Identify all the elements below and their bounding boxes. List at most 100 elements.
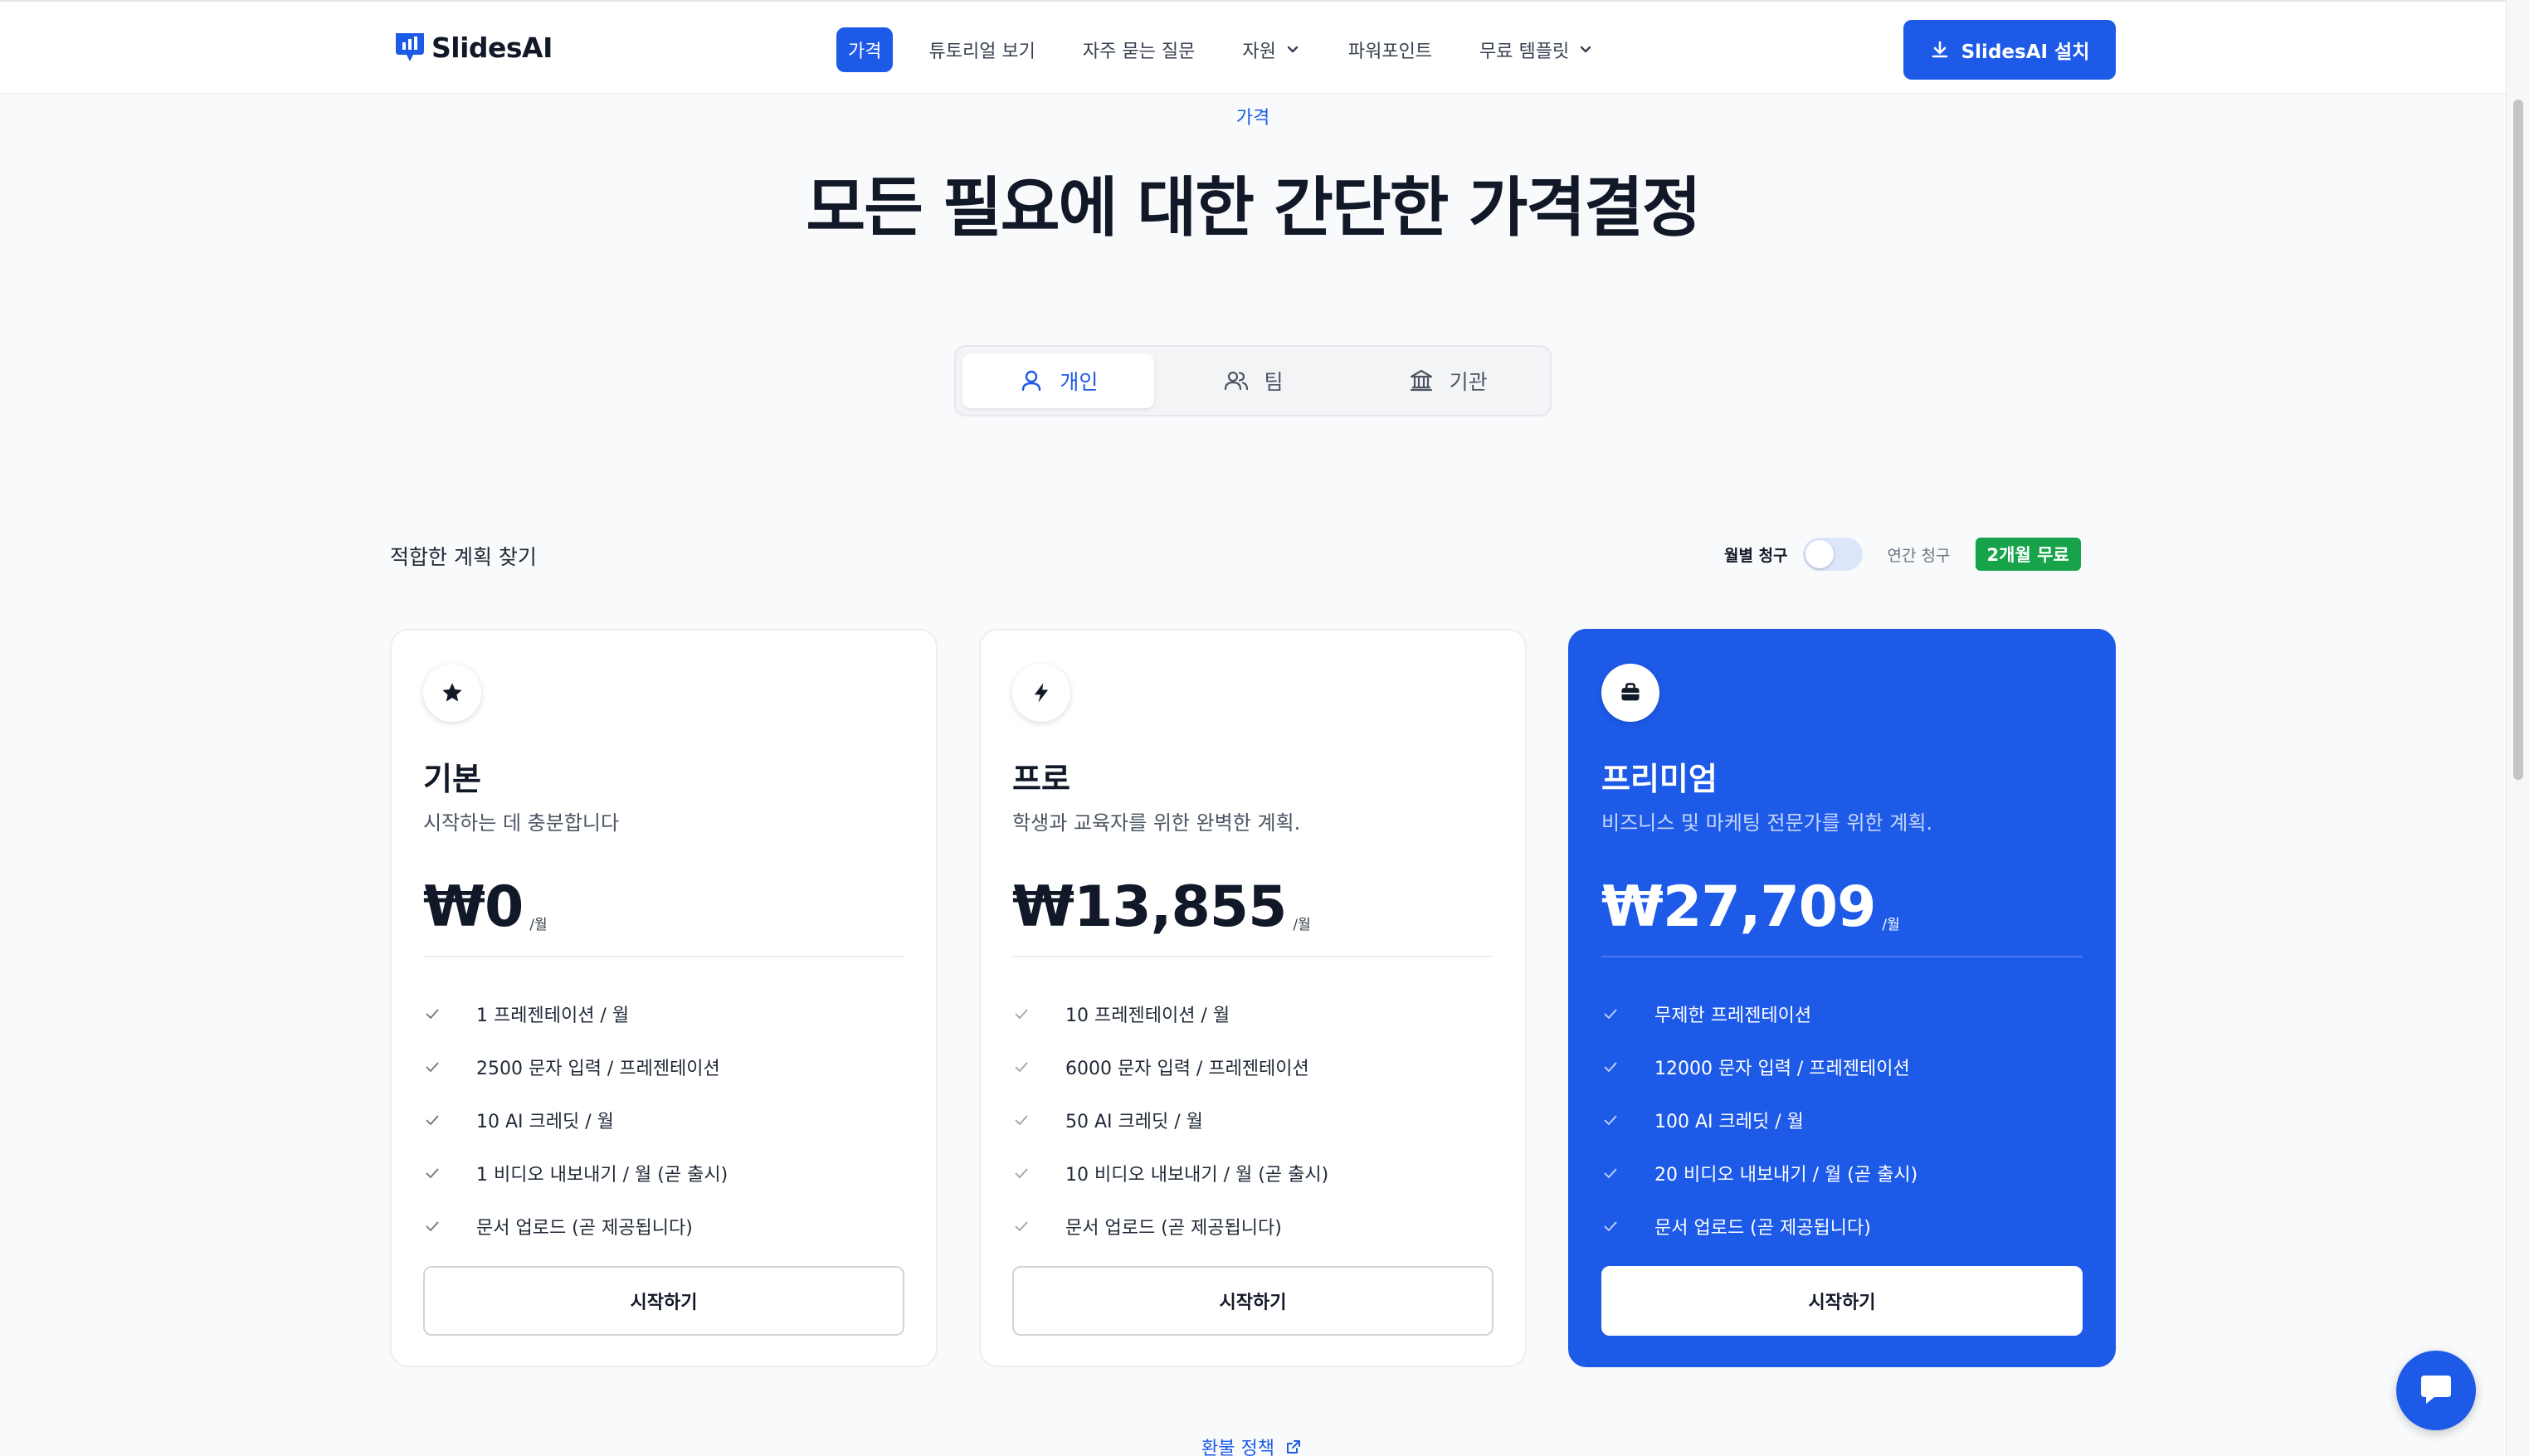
yearly-billing-label[interactable]: 연간 청구 — [1888, 543, 1951, 566]
tab-label: 개인 — [1060, 370, 1099, 394]
lightning-icon — [1034, 683, 1049, 703]
chevron-down-icon — [1287, 46, 1299, 53]
plan-description: 비즈니스 및 마케팅 전문가를 위한 계획. — [1601, 811, 1933, 835]
get-started-button[interactable]: 시작하기 — [1601, 1266, 2083, 1336]
users-icon — [1224, 371, 1248, 391]
chat-support-button[interactable] — [2396, 1351, 2476, 1430]
install-button-label: SlidesAI 설치 — [1961, 41, 2090, 63]
get-started-button[interactable]: 시작하기 — [1012, 1266, 1494, 1336]
check-icon — [426, 1221, 439, 1232]
plan-period: /월 — [1293, 917, 1311, 933]
feature-list: 무제한 프레젠테이션 12000 문자 입력 / 프레젠테이션 100 AI 크… — [1601, 987, 1917, 1253]
feature-text: 10 비디오 내보내기 / 월 (곧 출시) — [1065, 1165, 1329, 1186]
check-icon — [1015, 1062, 1028, 1073]
feature-item: 1 비디오 내보내기 / 월 (곧 출시) — [423, 1147, 728, 1200]
brand-logo[interactable]: SlidesAI — [393, 30, 553, 65]
feature-text: 문서 업로드 (곧 제공됩니다) — [1654, 1218, 1871, 1239]
page-scrollbar[interactable] — [2506, 0, 2529, 1456]
feature-text: 1 비디오 내보내기 / 월 (곧 출시) — [476, 1165, 728, 1186]
billing-toggle[interactable] — [1802, 538, 1863, 571]
tab-team[interactable]: 팀 — [1157, 353, 1349, 408]
check-icon — [1604, 1009, 1617, 1020]
nav-label: 튜토리얼 보기 — [928, 41, 1035, 62]
feature-text: 20 비디오 내보내기 / 월 (곧 출시) — [1654, 1165, 1918, 1186]
feature-item: 무제한 프레젠테이션 — [1601, 987, 1917, 1040]
nav-item-tutorial[interactable]: 튜토리얼 보기 — [917, 27, 1046, 72]
discount-badge: 2개월 무료 — [1975, 538, 2081, 571]
plan-price-row: ₩0 /월 — [423, 874, 548, 940]
plans-section-label: 적합한 계획 찾기 — [390, 545, 537, 569]
feature-item: 문서 업로드 (곧 제공됩니다) — [1601, 1200, 1917, 1253]
scrollbar-thumb[interactable] — [2513, 100, 2523, 780]
check-icon — [426, 1168, 439, 1179]
monthly-billing-label[interactable]: 월별 청구 — [1724, 543, 1788, 566]
toggle-knob — [1805, 540, 1834, 568]
feature-item: 20 비디오 내보내기 / 월 (곧 출시) — [1601, 1147, 1917, 1200]
plan-icon-badge — [1601, 664, 1659, 722]
user-icon — [1022, 370, 1041, 392]
plan-name: 프로 — [1012, 761, 1070, 797]
nav-item-pricing[interactable]: 가격 — [836, 27, 894, 72]
section-eyebrow: 가격 — [1235, 108, 1270, 129]
feature-text: 1 프레젠테이션 / 월 — [476, 1006, 630, 1026]
plan-name: 기본 — [423, 761, 481, 797]
feature-item: 문서 업로드 (곧 제공됩니다) — [1012, 1200, 1328, 1253]
plan-price-row: ₩27,709 /월 — [1601, 874, 1900, 940]
check-icon — [1604, 1115, 1617, 1126]
feature-text: 무제한 프레젠테이션 — [1654, 1006, 1812, 1026]
feature-item: 6000 문자 입력 / 프레젠테이션 — [1012, 1040, 1328, 1093]
check-icon — [1015, 1221, 1028, 1232]
install-button[interactable]: SlidesAI 설치 — [1903, 20, 2116, 80]
tab-label: 팀 — [1264, 370, 1284, 394]
feature-text: 6000 문자 입력 / 프레젠테이션 — [1065, 1059, 1309, 1079]
get-started-button[interactable]: 시작하기 — [423, 1266, 904, 1336]
feature-list: 10 프레젠테이션 / 월 6000 문자 입력 / 프레젠테이션 50 AI … — [1012, 987, 1328, 1253]
feature-item: 10 비디오 내보내기 / 월 (곧 출시) — [1012, 1147, 1328, 1200]
plan-card-premium: 프리미엄 비즈니스 및 마케팅 전문가를 위한 계획. ₩27,709 /월 무… — [1568, 629, 2116, 1367]
plan-period: /월 — [529, 917, 548, 933]
plan-card-basic: 기본 시작하는 데 충분합니다 ₩0 /월 1 프레젠테이션 / 월 2500 … — [390, 629, 938, 1367]
plan-price-row: ₩13,855 /월 — [1012, 874, 1311, 940]
plan-name: 프리미엄 — [1601, 761, 1718, 797]
nav-item-free-templates[interactable]: 무료 템플릿 — [1468, 27, 1606, 72]
nav-label: 자주 묻는 질문 — [1082, 41, 1196, 62]
plan-description: 학생과 교육자를 위한 완벽한 계획. — [1012, 811, 1301, 835]
check-icon — [1015, 1168, 1028, 1179]
feature-item: 문서 업로드 (곧 제공됩니다) — [423, 1200, 728, 1253]
divider — [1601, 956, 2083, 957]
check-icon — [1015, 1115, 1028, 1126]
billing-toggle-group: 월별 청구 연간 청구 2개월 무료 — [1724, 538, 2081, 571]
refund-policy-link[interactable]: 환불 정책 — [1201, 1434, 1303, 1456]
nav-item-faq[interactable]: 자주 묻는 질문 — [1071, 27, 1206, 72]
star-icon — [442, 683, 462, 702]
tab-institution[interactable]: 기관 — [1352, 353, 1543, 408]
feature-text: 50 AI 크레딧 / 월 — [1065, 1112, 1203, 1132]
briefcase-icon — [1621, 683, 1640, 701]
feature-item: 100 AI 크레딧 / 월 — [1601, 1093, 1917, 1147]
feature-item: 10 AI 크레딧 / 월 — [423, 1093, 728, 1147]
feature-item: 10 프레젠테이션 / 월 — [1012, 987, 1328, 1040]
check-icon — [1604, 1221, 1617, 1232]
refund-policy-label: 환불 정책 — [1201, 1439, 1274, 1456]
feature-item: 50 AI 크레딧 / 월 — [1012, 1093, 1328, 1147]
feature-item: 2500 문자 입력 / 프레젠테이션 — [423, 1040, 728, 1093]
feature-item: 1 프레젠테이션 / 월 — [423, 987, 728, 1040]
plan-price: ₩13,855 — [1012, 874, 1287, 940]
feature-text: 12000 문자 입력 / 프레젠테이션 — [1654, 1059, 1910, 1079]
nav-item-resources[interactable]: 자원 — [1230, 27, 1312, 72]
top-header: SlidesAI 가격 튜토리얼 보기 자주 묻는 질문 자원 파워포인트 무료… — [0, 0, 2506, 95]
nav-item-powerpoint[interactable]: 파워포인트 — [1337, 27, 1444, 72]
tab-label: 기관 — [1449, 370, 1488, 394]
feature-text: 10 AI 크레딧 / 월 — [476, 1112, 614, 1132]
tab-individual[interactable]: 개인 — [962, 353, 1154, 408]
nav-label: 자원 — [1242, 41, 1276, 62]
check-icon — [1015, 1009, 1028, 1020]
check-icon — [1604, 1168, 1617, 1179]
plan-icon-badge — [423, 664, 481, 722]
nav-label: 무료 템플릿 — [1479, 41, 1570, 62]
plan-period: /월 — [1882, 917, 1900, 933]
feature-text: 문서 업로드 (곧 제공됩니다) — [1065, 1218, 1282, 1239]
nav-label: 가격 — [848, 41, 882, 62]
feature-text: 2500 문자 입력 / 프레젠테이션 — [476, 1059, 720, 1079]
chat-icon — [2421, 1376, 2451, 1404]
